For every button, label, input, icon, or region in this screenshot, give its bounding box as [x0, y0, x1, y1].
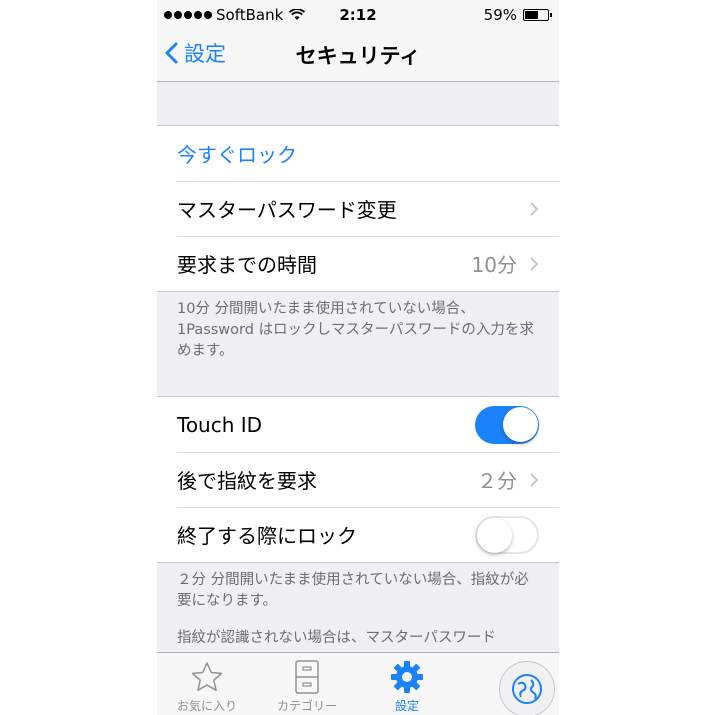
navigation-bar: 設定 セキュリティ	[157, 30, 559, 81]
fingerprint-after-value: ２分	[477, 469, 517, 493]
lock-footer-text: 10分 分間開いたまま使用されていない場合、1Password はロックしマスタ…	[177, 301, 534, 359]
tab-settings[interactable]: 設定	[357, 657, 457, 714]
require-after-value: 10分	[471, 253, 517, 277]
fingerprint-after-row[interactable]: 後で指紋を要求 ２分	[157, 452, 559, 507]
fingerprint-footer-text-2: 指紋が認識されない場合は、マスターパスワード	[177, 630, 496, 646]
chevron-right-icon	[530, 202, 539, 216]
touch-id-group: Touch ID 後で指紋を要求 ２分 終了する際にロック	[157, 396, 559, 563]
tab-bar: お気に入り カテゴリー 設定	[157, 652, 559, 715]
tab-favorites[interactable]: お気に入り	[157, 657, 257, 714]
battery-icon	[523, 9, 552, 21]
browser-button[interactable]	[499, 661, 555, 715]
chevron-right-icon	[530, 473, 539, 487]
lock-on-exit-toggle[interactable]	[475, 515, 539, 554]
top-bar: SoftBank 2:12 59% 設定 セキュリティ	[157, 0, 559, 82]
fingerprint-footer-text: ２分 分間開いたまま使用されていない場合、指紋が必要になります。	[177, 572, 529, 609]
tab-categories-label: カテゴリー	[276, 699, 337, 713]
fingerprint-after-label: 後で指紋を要求	[177, 469, 317, 493]
lock-on-exit-row: 終了する際にロック	[157, 507, 559, 562]
change-master-password-row[interactable]: マスターパスワード変更	[157, 181, 559, 236]
tab-favorites-label: お気に入り	[176, 699, 237, 713]
lock-now-row[interactable]: 今すぐロック	[157, 126, 559, 181]
page-title: セキュリティ	[295, 44, 421, 68]
require-after-label: 要求までの時間	[177, 253, 317, 277]
battery-percent: 59%	[483, 6, 517, 24]
phone-screen: SoftBank 2:12 59% 設定 セキュリティ 今すぐロック マスターパ…	[157, 0, 559, 715]
toggle-knob	[503, 406, 538, 442]
toggle-knob	[477, 517, 512, 553]
globe-icon	[512, 674, 542, 704]
lock-on-exit-label: 終了する際にロック	[177, 524, 357, 548]
gear-icon	[391, 661, 423, 693]
star-icon	[191, 662, 223, 692]
require-after-row[interactable]: 要求までの時間 10分	[157, 236, 559, 291]
tab-categories[interactable]: カテゴリー	[257, 657, 357, 714]
tab-settings-label: 設定	[394, 699, 419, 713]
lock-now-button[interactable]: 今すぐロック	[177, 139, 297, 168]
touch-id-toggle[interactable]	[475, 405, 539, 444]
touch-id-label: Touch ID	[177, 412, 263, 437]
status-bar: SoftBank 2:12 59%	[157, 0, 559, 30]
change-master-password-label: マスターパスワード変更	[177, 198, 397, 222]
touch-id-row: Touch ID	[157, 397, 559, 452]
battery-indicator: 59%	[483, 6, 552, 24]
chevron-right-icon	[530, 257, 539, 271]
lock-settings-group: 今すぐロック マスターパスワード変更 要求までの時間 10分	[157, 125, 559, 292]
cabinet-icon	[295, 660, 319, 694]
